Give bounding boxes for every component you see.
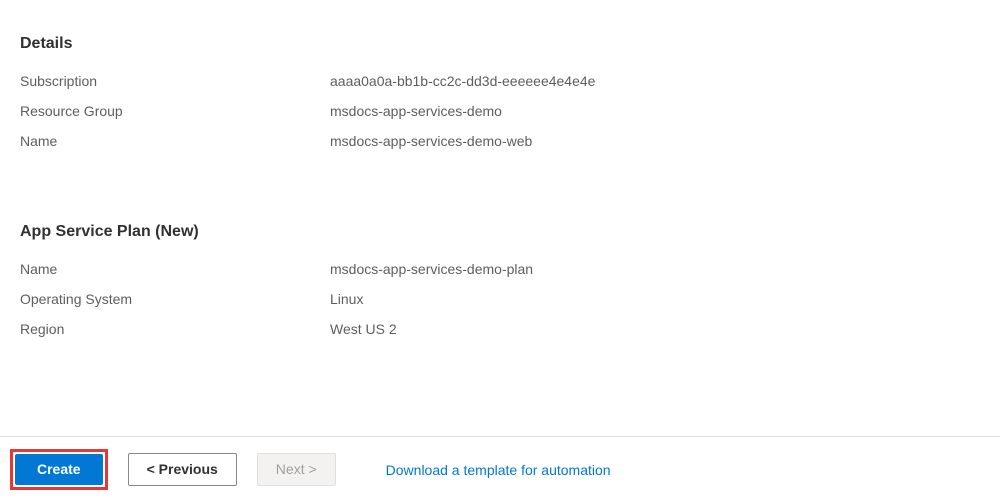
- name-label: Name: [20, 131, 330, 151]
- plan-row-region: Region West US 2: [20, 319, 980, 339]
- subscription-label: Subscription: [20, 71, 330, 91]
- details-row-subscription: Subscription aaaa0a0a-bb1b-cc2c-dd3d-eee…: [20, 71, 980, 91]
- details-row-name: Name msdocs-app-services-demo-web: [20, 131, 980, 151]
- create-button-highlight: Create: [10, 449, 108, 490]
- plan-os-value: Linux: [330, 289, 363, 309]
- plan-os-label: Operating System: [20, 289, 330, 309]
- download-template-link[interactable]: Download a template for automation: [386, 462, 611, 478]
- next-button: Next >: [257, 453, 336, 486]
- name-value: msdocs-app-services-demo-web: [330, 131, 532, 151]
- plan-name-label: Name: [20, 259, 330, 279]
- details-heading: Details: [20, 35, 980, 53]
- resource-group-label: Resource Group: [20, 101, 330, 121]
- subscription-value: aaaa0a0a-bb1b-cc2c-dd3d-eeeeee4e4e4e: [330, 71, 595, 91]
- wizard-footer: Create < Previous Next > Download a temp…: [0, 436, 1000, 500]
- plan-row-os: Operating System Linux: [20, 289, 980, 309]
- app-service-plan-heading: App Service Plan (New): [20, 223, 980, 241]
- plan-region-label: Region: [20, 319, 330, 339]
- resource-group-value: msdocs-app-services-demo: [330, 101, 502, 121]
- create-button[interactable]: Create: [15, 454, 103, 485]
- plan-region-value: West US 2: [330, 319, 397, 339]
- previous-button[interactable]: < Previous: [128, 453, 237, 486]
- details-row-resource-group: Resource Group msdocs-app-services-demo: [20, 101, 980, 121]
- plan-row-name: Name msdocs-app-services-demo-plan: [20, 259, 980, 279]
- plan-name-value: msdocs-app-services-demo-plan: [330, 259, 533, 279]
